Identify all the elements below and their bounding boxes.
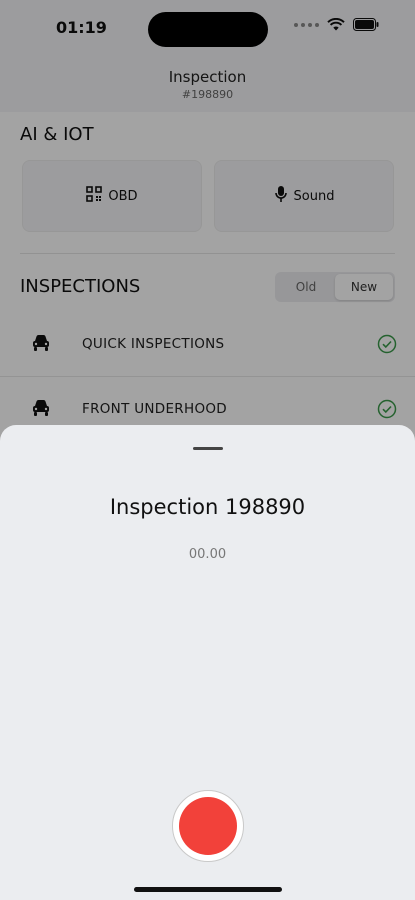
recording-timer: 00.00 (188, 547, 227, 562)
recording-sheet: Inspection 198890 00.00 (0, 425, 415, 900)
home-indicator (134, 887, 282, 892)
screen: 01:19 Inspection #198890 AI & IOT OBD So… (0, 0, 415, 900)
sheet-grabber[interactable] (193, 447, 223, 450)
record-button[interactable] (172, 790, 244, 862)
record-dot-icon (179, 797, 237, 855)
sheet-title: Inspection 198890 (109, 495, 306, 519)
